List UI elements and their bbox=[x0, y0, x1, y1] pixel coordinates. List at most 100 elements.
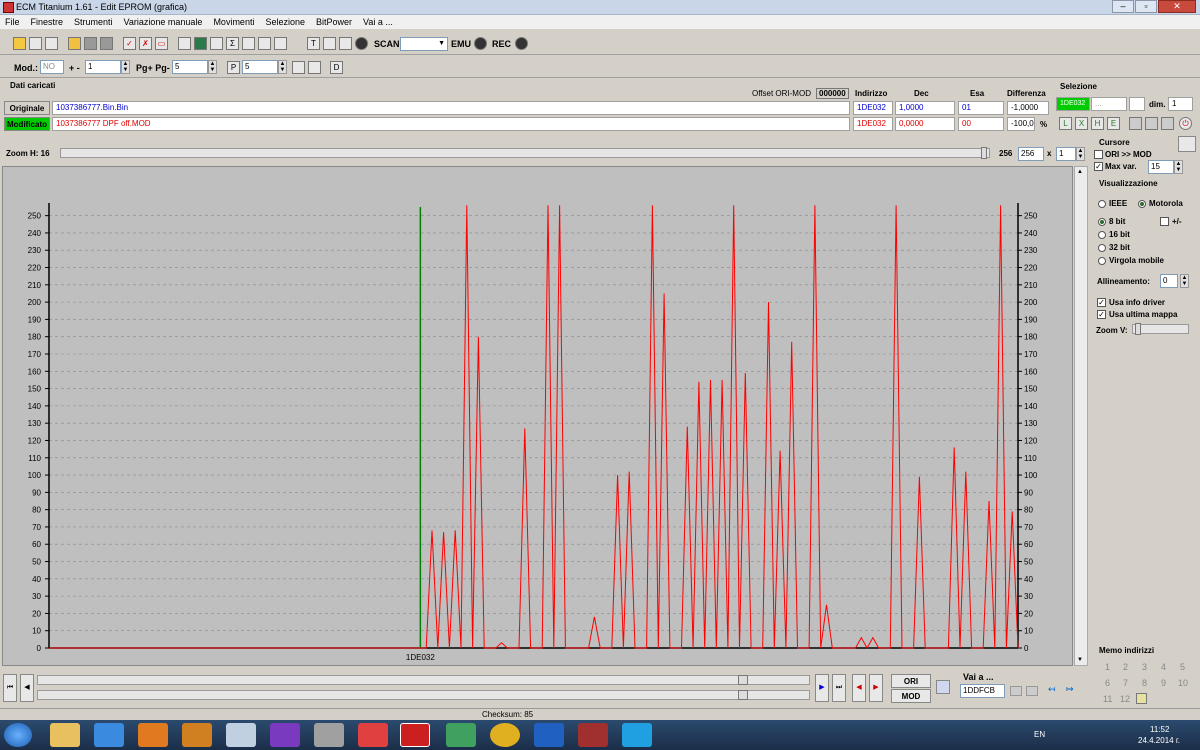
close-button[interactable]: ✕ bbox=[1158, 0, 1196, 13]
value-graph[interactable]: 0 0 10 10 20 20 30 30 40 40 50 50 60 60 70 70 80 80 90 90 10… bbox=[3, 167, 1074, 667]
scroll-down-icon[interactable]: ▼ bbox=[1077, 657, 1083, 663]
sel-e-icon[interactable]: E bbox=[1107, 117, 1120, 130]
p-spin[interactable]: ▲ ▼ bbox=[278, 60, 287, 74]
paste-special-icon[interactable] bbox=[1145, 117, 1158, 130]
start-button-icon[interactable] bbox=[4, 723, 32, 747]
sel-x-icon[interactable]: X bbox=[1075, 117, 1088, 130]
prev-page-icon[interactable]: ◀ bbox=[20, 674, 34, 702]
scroll-up-icon[interactable]: ▲ bbox=[1077, 169, 1083, 175]
p-icon[interactable]: P bbox=[227, 61, 240, 74]
flag-icon[interactable] bbox=[936, 680, 950, 694]
zoom-h-thumb[interactable] bbox=[981, 147, 987, 159]
prev-diff-icon[interactable]: ◀ bbox=[852, 674, 866, 702]
explorer-icon[interactable] bbox=[50, 723, 80, 747]
max-var-field[interactable]: 15 bbox=[1148, 160, 1174, 174]
document-icon[interactable] bbox=[226, 723, 256, 747]
memo-slot-3[interactable]: 3 bbox=[1142, 662, 1147, 672]
save-icon[interactable] bbox=[84, 37, 97, 50]
tool-icon[interactable] bbox=[210, 37, 223, 50]
virgola-radio[interactable] bbox=[1098, 257, 1106, 265]
allineamento-field[interactable]: 0 bbox=[1160, 274, 1178, 288]
usa-info-checkbox[interactable]: ✓ bbox=[1097, 298, 1106, 307]
ecm-titanium-icon[interactable] bbox=[400, 723, 430, 747]
home-icon[interactable] bbox=[13, 37, 26, 50]
sel-h-icon[interactable]: H bbox=[1091, 117, 1104, 130]
record-icon[interactable] bbox=[355, 37, 368, 50]
run-icon[interactable] bbox=[339, 37, 352, 50]
memo-slot-10[interactable]: 10 bbox=[1178, 678, 1188, 688]
sum-icon[interactable]: Σ bbox=[226, 37, 239, 50]
maximize-button[interactable]: ▫ bbox=[1135, 0, 1157, 13]
horizontal-scroll-top[interactable] bbox=[37, 675, 810, 685]
zoom-v-thumb[interactable] bbox=[1135, 323, 1141, 335]
vs-icon[interactable] bbox=[270, 723, 300, 747]
h-app-icon[interactable] bbox=[534, 723, 564, 747]
max-var-checkbox[interactable]: ✓ bbox=[1094, 162, 1103, 171]
chrome-icon[interactable] bbox=[490, 723, 520, 747]
dim-field[interactable]: 1 bbox=[1168, 97, 1193, 111]
grid-icon[interactable] bbox=[292, 61, 305, 74]
edit-x-icon[interactable]: ✗ bbox=[139, 37, 152, 50]
memo-slot-4[interactable]: 4 bbox=[1161, 662, 1166, 672]
edit-check-icon[interactable]: ✓ bbox=[123, 37, 136, 50]
zoom-h-slider[interactable] bbox=[60, 147, 990, 159]
t-icon[interactable]: T bbox=[307, 37, 320, 50]
motorola-radio[interactable] bbox=[1138, 200, 1146, 208]
vai-a-field[interactable]: 1DDFCB bbox=[960, 684, 1005, 698]
sel-l-icon[interactable]: L bbox=[1059, 117, 1072, 130]
calculator-icon[interactable] bbox=[446, 723, 476, 747]
save-as-icon[interactable] bbox=[100, 37, 113, 50]
menu-movimenti[interactable]: Movimenti bbox=[208, 15, 260, 29]
power-icon[interactable]: ⏻ bbox=[1179, 117, 1192, 130]
calc-icon[interactable] bbox=[178, 37, 191, 50]
scan-dropdown[interactable]: ▼ bbox=[400, 37, 448, 51]
horizontal-scroll-bottom[interactable] bbox=[37, 690, 810, 700]
first-page-icon[interactable]: ⏮ bbox=[3, 674, 17, 702]
menu-bitpower[interactable]: BitPower bbox=[311, 15, 358, 29]
pg-spin[interactable]: ▲ ▼ bbox=[208, 60, 217, 74]
allineamento-spin[interactable]: ▲ ▼ bbox=[1180, 274, 1189, 288]
language-indicator[interactable]: EN bbox=[1034, 730, 1045, 739]
graph-area[interactable]: 0 0 10 10 20 20 30 30 40 40 50 50 60 60 70 70 80 80 90 90 10… bbox=[2, 166, 1073, 666]
ori-mod-checkbox[interactable] bbox=[1094, 150, 1103, 159]
window-icon[interactable] bbox=[45, 37, 58, 50]
signed-checkbox[interactable] bbox=[1160, 217, 1169, 226]
tool-app-icon[interactable] bbox=[578, 723, 608, 747]
ieee-radio[interactable] bbox=[1098, 200, 1106, 208]
copy-icon[interactable] bbox=[29, 37, 42, 50]
mark-icon[interactable] bbox=[308, 61, 321, 74]
app-link-icon[interactable] bbox=[358, 723, 388, 747]
binoculars-icon[interactable] bbox=[274, 37, 287, 50]
memo-slot-11[interactable]: 11 bbox=[1103, 694, 1112, 704]
paste-icon[interactable] bbox=[1129, 117, 1142, 130]
plusminus-spin[interactable]: ▲ ▼ bbox=[121, 60, 130, 74]
next-diff-icon[interactable]: ▶ bbox=[869, 674, 883, 702]
driver-icon[interactable] bbox=[194, 37, 207, 50]
bit8-radio[interactable] bbox=[1098, 218, 1106, 226]
memo-slot-6[interactable]: 6 bbox=[1105, 678, 1110, 688]
p-field[interactable]: 5 bbox=[242, 60, 278, 74]
menu-finestre[interactable]: Finestre bbox=[26, 15, 70, 29]
last-page-icon[interactable]: ⏭ bbox=[832, 674, 846, 702]
ori-button[interactable]: ORI bbox=[891, 674, 931, 688]
menu-file[interactable]: File bbox=[0, 15, 26, 29]
zoom-value-2[interactable]: 256 bbox=[1018, 147, 1044, 161]
media-icon[interactable] bbox=[182, 723, 212, 747]
notepad-icon[interactable] bbox=[314, 723, 344, 747]
vertical-scrollbar[interactable]: ▲ ▼ bbox=[1074, 166, 1088, 666]
marker-left-icon[interactable]: ↤ bbox=[1048, 684, 1064, 696]
memo-slot-12[interactable]: 12 bbox=[1120, 694, 1130, 704]
usa-ultima-checkbox[interactable]: ✓ bbox=[1097, 310, 1106, 319]
lock-icon[interactable] bbox=[323, 37, 336, 50]
table-icon[interactable] bbox=[258, 37, 271, 50]
memo-slot-9[interactable]: 9 bbox=[1161, 678, 1166, 688]
zoom-spin[interactable]: ▲ ▼ bbox=[1076, 147, 1085, 161]
next-icon[interactable]: ▶ bbox=[815, 674, 829, 702]
firefox-icon[interactable] bbox=[138, 723, 168, 747]
ie-icon[interactable] bbox=[94, 723, 124, 747]
zoom-value-3[interactable]: 1 bbox=[1056, 147, 1076, 161]
emu-button-icon[interactable] bbox=[474, 37, 487, 50]
memo-slot-2[interactable]: 2 bbox=[1123, 662, 1128, 672]
memo-slot-1[interactable]: 1 bbox=[1105, 662, 1110, 672]
pg-field[interactable]: 5 bbox=[172, 60, 208, 74]
